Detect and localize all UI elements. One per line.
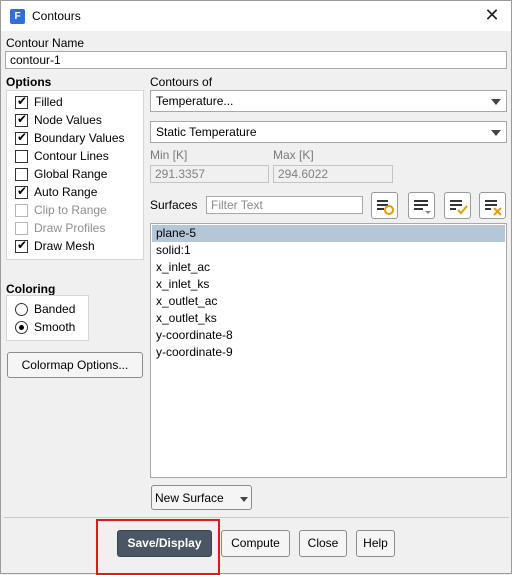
list-menu-icon: [414, 200, 431, 214]
checkbox-box: [15, 222, 28, 235]
checkbox-label: Clip to Range: [34, 203, 107, 217]
contours-of-variable-select[interactable]: Static Temperature: [150, 121, 507, 143]
surfaces-list[interactable]: plane-5 solid:1 x_inlet_ac x_inlet_ks x_…: [150, 223, 507, 478]
coloring-group: Banded Smooth: [6, 295, 89, 341]
filter-list-icon: [377, 200, 394, 215]
checkbox-box: [15, 168, 28, 181]
surface-item[interactable]: y-coordinate-8: [152, 327, 505, 344]
help-button[interactable]: Help: [356, 530, 395, 557]
select-all-button[interactable]: [444, 192, 471, 219]
surface-item[interactable]: y-coordinate-9: [152, 344, 505, 361]
surface-filter-input[interactable]: Filter Text: [206, 196, 363, 214]
filter-surfaces-button[interactable]: [371, 192, 398, 219]
chevron-down-icon: [491, 130, 501, 136]
radio-label: Smooth: [34, 320, 76, 334]
deselect-all-button[interactable]: [479, 192, 506, 219]
contours-of-category-select[interactable]: Temperature...: [150, 90, 507, 112]
max-label: Max [K]: [273, 148, 314, 162]
colormap-options-button[interactable]: Colormap Options...: [7, 352, 143, 378]
window-title: Contours: [32, 9, 81, 23]
radio-circle: [15, 321, 28, 334]
surface-item[interactable]: x_inlet_ac: [152, 259, 505, 276]
chevron-down-icon: [240, 497, 248, 502]
highlight-box: [96, 519, 220, 575]
checkbox-box: ✔: [15, 184, 28, 199]
surface-item[interactable]: plane-5: [152, 225, 505, 242]
contour-name-input[interactable]: contour-1: [5, 51, 507, 69]
coloring-label: Coloring: [6, 282, 56, 296]
surface-item[interactable]: solid:1: [152, 242, 505, 259]
app-icon: F: [10, 9, 25, 24]
contour-name-label: Contour Name: [6, 36, 85, 50]
new-surface-label: New Surface: [155, 491, 224, 505]
min-value-field: 291.3357: [150, 165, 269, 183]
checkbox-label: Node Values: [34, 113, 102, 127]
surface-item[interactable]: x_outlet_ac: [152, 293, 505, 310]
select-value: Static Temperature: [156, 125, 257, 139]
checkbox-box: ✔: [15, 238, 28, 253]
new-surface-button[interactable]: New Surface: [151, 485, 252, 510]
checkbox-label: Auto Range: [34, 185, 98, 199]
close-button[interactable]: Close: [299, 530, 347, 557]
min-label: Min [K]: [150, 148, 188, 162]
contours-dialog: F Contours ✕ Contour Name contour-1 Opti…: [0, 0, 512, 575]
surface-item[interactable]: x_outlet_ks: [152, 310, 505, 327]
title-bar: F Contours ✕: [1, 1, 511, 31]
select-value: Temperature...: [156, 94, 234, 108]
radio-circle: [15, 303, 28, 316]
surface-item[interactable]: x_inlet_ks: [152, 276, 505, 293]
group-options-button[interactable]: [408, 192, 435, 219]
checkbox-box: [15, 150, 28, 163]
footer-divider: [4, 517, 509, 518]
checkbox-box: ✔: [15, 94, 28, 109]
checkbox-label: Contour Lines: [34, 149, 109, 163]
options-group: ✔ Filled ✔ Node Values ✔ Boundary Values…: [6, 90, 144, 260]
contours-of-label: Contours of: [150, 75, 213, 89]
deselect-all-icon: [485, 200, 502, 216]
checkbox-label: Draw Mesh: [34, 239, 95, 253]
checkbox-box: ✔: [15, 130, 28, 145]
checkbox-box: [15, 204, 28, 217]
chevron-down-icon: [491, 99, 501, 105]
checkbox-label: Filled: [34, 95, 63, 109]
options-label: Options: [6, 75, 52, 89]
checkbox-label: Draw Profiles: [34, 221, 106, 235]
checkbox-label: Boundary Values: [34, 131, 125, 145]
checkbox-label: Global Range: [34, 167, 108, 181]
radio-label: Banded: [34, 302, 76, 316]
max-value-field: 294.6022: [273, 165, 393, 183]
close-icon[interactable]: ✕: [481, 5, 503, 27]
surfaces-label: Surfaces: [150, 198, 198, 212]
compute-button[interactable]: Compute: [221, 530, 290, 557]
checkbox-box: ✔: [15, 112, 28, 127]
select-all-icon: [450, 200, 468, 215]
